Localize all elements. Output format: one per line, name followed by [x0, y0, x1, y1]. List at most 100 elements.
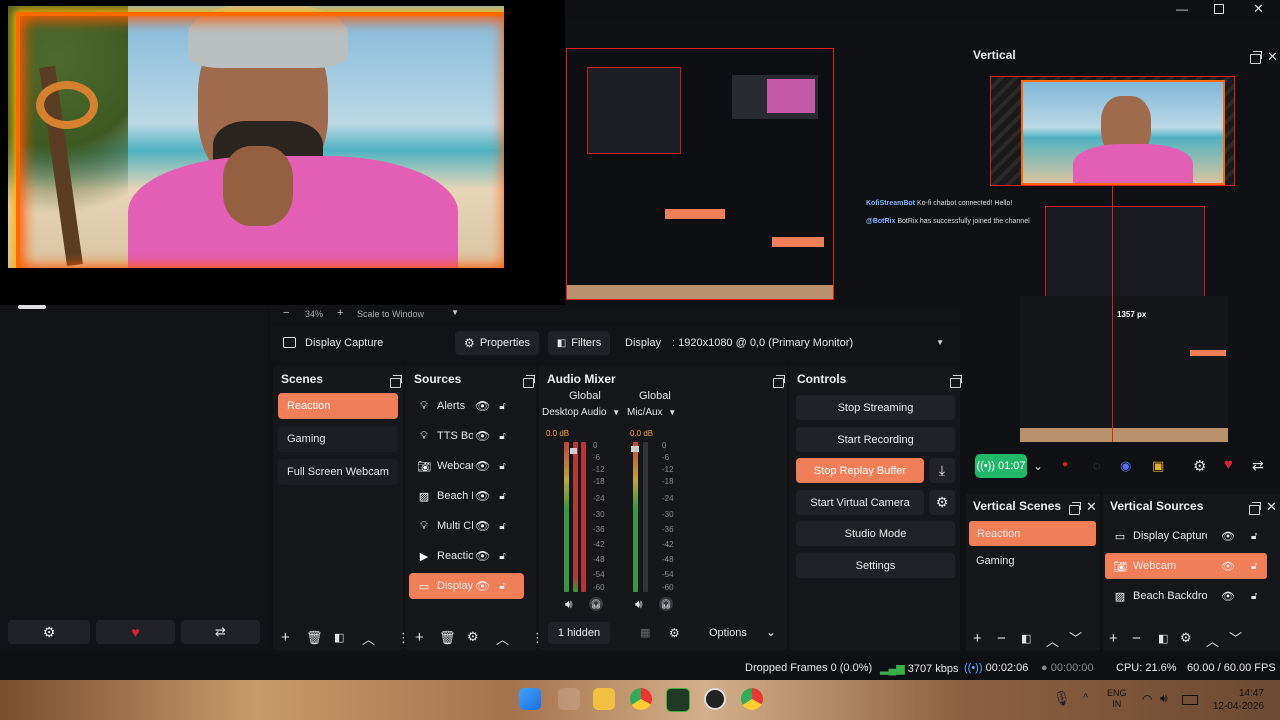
vertical-scene-item-reaction[interactable]: Reaction	[969, 521, 1096, 546]
tray-chevron-icon[interactable]: ^	[1083, 692, 1088, 704]
eye-icon[interactable]: 👁︎	[475, 399, 490, 413]
terminal-icon[interactable]	[666, 688, 690, 712]
wifi-icon[interactable]: ◠	[1142, 692, 1152, 706]
display-capture-preview[interactable]	[566, 48, 834, 300]
stop-streaming-button[interactable]: Stop Streaming	[796, 395, 955, 420]
eye-icon[interactable]: 👁︎	[475, 489, 490, 503]
replay-icon[interactable]: ◌	[1093, 458, 1101, 473]
source-item-multi-chat[interactable]: 💡︎ Multi Chat 👁︎ 🔓︎	[409, 513, 524, 539]
undock-icon[interactable]	[773, 375, 785, 388]
vertical-source-item-webcam[interactable]: 📷︎ Webcam 👁︎ 🔓︎	[1105, 553, 1267, 579]
source-filter-icon[interactable]: ◧	[1158, 632, 1168, 645]
headphones-icon[interactable]: 🎧︎	[659, 597, 673, 611]
source-item-alerts[interactable]: 💡︎ Alerts 👁︎ 🔓︎	[409, 393, 524, 419]
vertical-live-pill[interactable]: ((•)) 01:07	[975, 454, 1027, 478]
virtual-camera-settings-button[interactable]: ⚙	[929, 490, 955, 515]
save-replay-button[interactable]: ⤓	[929, 458, 955, 483]
gear-icon[interactable]: ⚙	[467, 629, 479, 645]
settings-button[interactable]: Settings	[796, 553, 955, 578]
eye-icon[interactable]: 👁︎	[1221, 590, 1235, 603]
add-scene-icon[interactable]: +	[973, 630, 982, 647]
vertical-source-item-display-capture[interactable]: ▭ Display Capture 👁︎ 🔓︎	[1105, 523, 1267, 549]
share-icon[interactable]: ⇄	[1252, 457, 1264, 474]
scene-item-full-screen-webcam[interactable]: Full Screen Webcam	[278, 459, 398, 485]
move-down-icon[interactable]: ﹀	[1069, 628, 1082, 647]
gear-icon[interactable]: ⚙	[1180, 630, 1192, 646]
maximize-icon[interactable]	[1214, 4, 1224, 14]
volume-icon[interactable]: 🔊︎	[1160, 691, 1168, 706]
obs-icon[interactable]	[704, 688, 726, 710]
move-up-icon[interactable]: ︿	[496, 629, 509, 648]
trash-icon[interactable]: 🗑︎	[439, 630, 456, 646]
lock-icon[interactable]: 🔓︎	[499, 491, 505, 502]
grid-icon[interactable]: ▦	[640, 626, 650, 639]
lock-icon[interactable]: 🔓︎	[499, 521, 505, 532]
record-icon[interactable]: ●	[1062, 459, 1068, 470]
move-down-icon[interactable]: ﹀	[1229, 628, 1242, 647]
source-item-beach-backdrop[interactable]: ▨ Beach Backdrop 👁︎ 🔓︎	[409, 483, 524, 509]
language-indicator[interactable]: ENG IN	[1107, 688, 1127, 710]
lock-icon[interactable]: 🔓︎	[499, 581, 505, 592]
clock[interactable]: 14:47 12-04-2026	[1212, 687, 1264, 713]
trash-icon[interactable]: 🗑︎	[306, 630, 323, 646]
undock-icon[interactable]	[523, 375, 535, 388]
start-virtual-camera-button[interactable]: Start Virtual Camera	[796, 490, 924, 515]
hidden-count-button[interactable]: 1 hidden	[548, 622, 610, 644]
zoom-out-button[interactable]: −	[283, 307, 289, 319]
move-up-icon[interactable]: ︿	[1206, 631, 1219, 650]
start-recording-button[interactable]: Start Recording	[796, 427, 955, 452]
eye-icon[interactable]: 👁︎	[475, 459, 490, 473]
zoom-in-button[interactable]: +	[337, 307, 343, 319]
ch1-fader[interactable]	[570, 448, 577, 454]
ch2-fader[interactable]	[631, 446, 639, 452]
undock-icon[interactable]	[390, 375, 402, 388]
lock-icon[interactable]: 🔓︎	[1251, 561, 1257, 572]
source-item-display-capture[interactable]: ▭ Display Capture 👁︎ 🔓︎	[409, 573, 524, 599]
eye-icon[interactable]: 👁︎	[475, 429, 490, 443]
speaker-icon[interactable]: 🔊︎	[635, 597, 643, 612]
ch1-name-select[interactable]: Desktop Audio ▼	[542, 407, 620, 418]
scene-item-reaction[interactable]: Reaction	[278, 393, 398, 419]
close-icon[interactable]: ✕	[1266, 499, 1277, 515]
add-source-icon[interactable]: +	[415, 629, 424, 646]
add-scene-icon[interactable]: +	[281, 629, 290, 646]
remove-icon[interactable]: −	[997, 630, 1006, 647]
speaker-icon[interactable]: 🔊︎	[565, 597, 573, 612]
mic-icon[interactable]: 🎙︎	[1053, 690, 1071, 707]
gear-icon[interactable]: ⚙	[1193, 457, 1206, 475]
folder-icon[interactable]	[593, 688, 615, 710]
scene-item-gaming[interactable]: Gaming	[278, 426, 398, 452]
mixer-gear-icon[interactable]: ⚙	[669, 626, 680, 640]
chrome-icon[interactable]	[630, 688, 652, 710]
undock-icon[interactable]	[1069, 502, 1081, 515]
source-item-reaction[interactable]: ▶ Reaction 👁︎ 🔓︎	[409, 543, 524, 569]
vertical-source-item-beach-backdrop[interactable]: ▨ Beach Backdrop 👁︎ 🔓︎	[1105, 583, 1267, 609]
lock-icon[interactable]: 🔓︎	[499, 551, 505, 562]
lock-icon[interactable]: 🔓︎	[499, 401, 505, 412]
source-item-tts-bot[interactable]: 💡︎ TTS Bot 👁︎ 🔓︎	[409, 423, 524, 449]
lock-icon[interactable]: 🔓︎	[1251, 591, 1257, 602]
filters-button[interactable]: ◧ Filters	[548, 331, 610, 355]
eye-icon[interactable]: 👁︎	[1221, 530, 1235, 543]
move-up-icon[interactable]: ︿	[1046, 631, 1059, 650]
properties-button[interactable]: ⚙ Properties	[455, 331, 539, 355]
lock-icon[interactable]: 🔓︎	[499, 431, 505, 442]
studio-mode-button[interactable]: Studio Mode	[796, 521, 955, 546]
close-icon[interactable]: ✕	[1253, 1, 1264, 17]
screenshot-icon[interactable]: ▣	[1152, 458, 1164, 474]
share-button[interactable]: ⇄	[181, 620, 260, 644]
remove-icon[interactable]: −	[1132, 630, 1141, 647]
close-icon[interactable]: ✕	[1086, 499, 1097, 515]
lock-icon[interactable]: 🔓︎	[1251, 531, 1257, 542]
source-item-webcam[interactable]: 📷︎ Webcam 👁︎ 🔓︎	[409, 453, 524, 479]
eye-icon[interactable]: 👁︎	[475, 549, 490, 563]
stop-replay-buffer-button[interactable]: Stop Replay Buffer	[796, 458, 924, 483]
display-select[interactable]: : 1920x1080 @ 0,0 (Primary Monitor) ▼	[672, 337, 952, 349]
undock-icon[interactable]	[1249, 502, 1261, 515]
virtual-cam-icon[interactable]: ◉	[1120, 458, 1131, 474]
scene-filter-icon[interactable]: ◧	[334, 631, 344, 644]
eye-icon[interactable]: 👁︎	[475, 519, 490, 533]
move-up-icon[interactable]: ︿	[362, 629, 375, 648]
search-icon[interactable]	[558, 688, 580, 710]
settings-button[interactable]: ⚙	[8, 620, 90, 644]
